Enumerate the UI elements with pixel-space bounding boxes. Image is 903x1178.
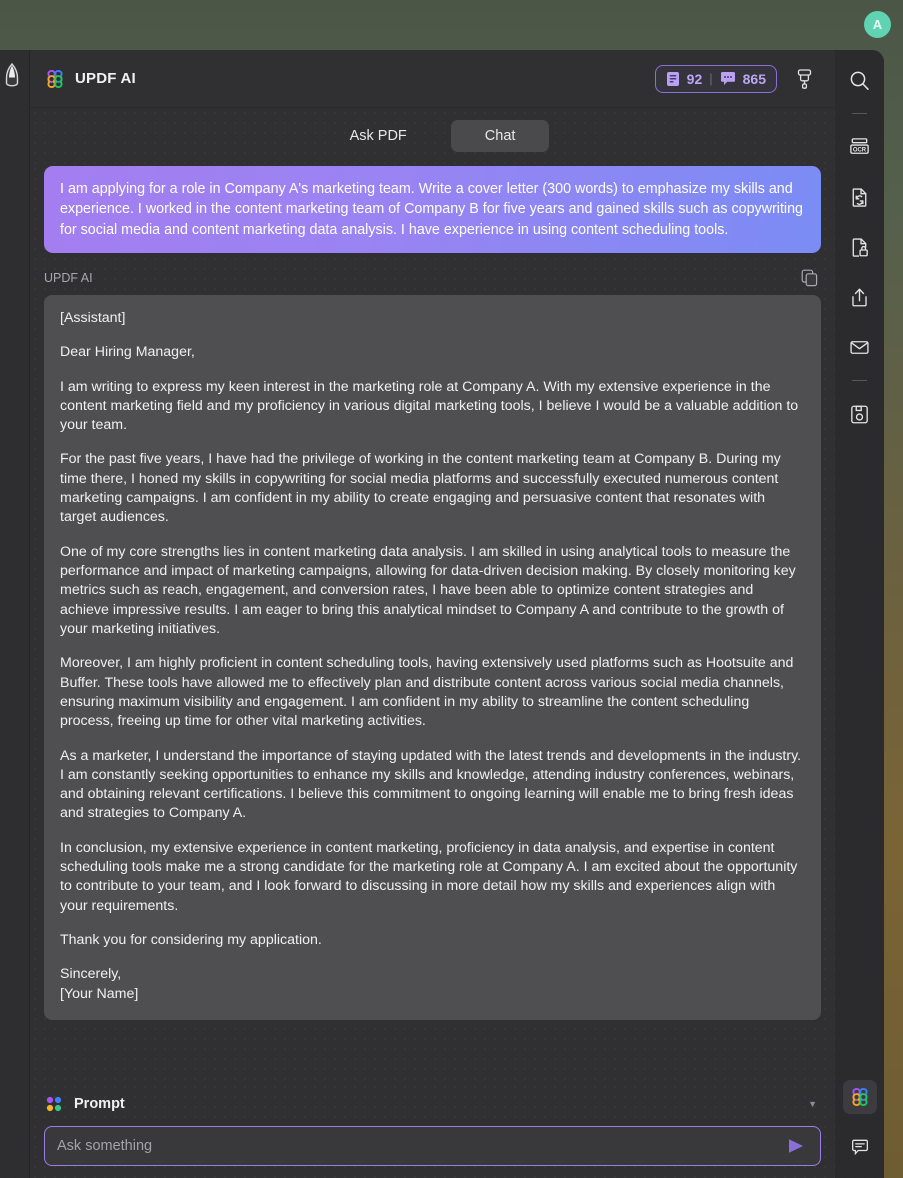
share-export-icon[interactable]: [843, 280, 877, 314]
brand-name: UPDF AI: [75, 70, 136, 87]
assistant-message-bubble: [Assistant] Dear Hiring Manager, I am wr…: [44, 294, 821, 1020]
user-message-bubble: I am applying for a role in Company A's …: [44, 166, 821, 253]
assistant-paragraph: Thank you for considering my application…: [60, 932, 322, 949]
credit-badge[interactable]: 92 | 865: [654, 64, 777, 93]
tab-chat[interactable]: Chat: [450, 120, 550, 152]
left-tool-rail: [0, 50, 30, 1178]
protect-document-icon[interactable]: [843, 230, 877, 264]
convert-document-icon[interactable]: [843, 180, 877, 214]
send-arrow-icon[interactable]: [782, 1133, 810, 1159]
ask-input-wrapper[interactable]: [44, 1126, 821, 1166]
chat-count: 865: [742, 70, 766, 87]
assistant-message-header: UPDF AI: [44, 261, 821, 295]
assistant-paragraph: In conclusion, my extensive experience i…: [60, 839, 798, 914]
document-icon: [666, 71, 680, 87]
updf-ai-icon[interactable]: [842, 1080, 877, 1114]
search-icon[interactable]: [843, 63, 877, 97]
mail-icon[interactable]: [843, 330, 877, 364]
brush-icon[interactable]: [787, 62, 821, 96]
badge-divider: |: [709, 71, 713, 86]
chat-mode-tabs: Ask PDF Chat: [30, 108, 835, 164]
assistant-signature: Sincerely, [Your Name]: [60, 966, 139, 1002]
assistant-paragraph: For the past five years, I have had the …: [60, 451, 781, 526]
app-window: UPDF AI 92 | 865 Ask PDF Chat I am apply…: [0, 50, 884, 1178]
svg-text:OCR: OCR: [853, 147, 867, 153]
rail-divider: [852, 380, 867, 381]
brand: UPDF AI: [44, 68, 136, 90]
assistant-paragraph: I am writing to express my keen interest…: [60, 378, 799, 434]
conversation-area[interactable]: I am applying for a role in Company A's …: [30, 164, 835, 1082]
right-tool-rail: OCR: [835, 50, 884, 1178]
desktop-top-strip: A: [0, 0, 903, 50]
prompt-footer: Prompt ▼: [30, 1082, 835, 1178]
comment-icon[interactable]: [843, 1130, 877, 1164]
pen-nib-icon[interactable]: [0, 58, 25, 92]
ai-panel: UPDF AI 92 | 865 Ask PDF Chat I am apply…: [30, 50, 835, 1178]
save-icon[interactable]: [843, 397, 877, 431]
pages-count: 92: [686, 70, 703, 87]
assistant-paragraph: One of my core strengths lies in content…: [60, 543, 796, 637]
four-dots-icon: [44, 1094, 64, 1114]
copy-icon[interactable]: [797, 266, 821, 290]
prompt-label: Prompt: [74, 1096, 125, 1112]
chevron-down-icon[interactable]: ▼: [808, 1099, 821, 1109]
assistant-paragraph: Moreover, I am highly proficient in cont…: [60, 655, 794, 730]
search-input[interactable]: [57, 1138, 782, 1154]
chat-bubble-icon: [720, 71, 736, 86]
avatar[interactable]: A: [864, 11, 891, 38]
rail-divider: [852, 113, 867, 114]
assistant-paragraph: [Assistant]: [60, 309, 126, 326]
updf-ai-logo-icon: [44, 68, 66, 90]
assistant-paragraph: Dear Hiring Manager,: [60, 344, 195, 361]
assistant-label: UPDF AI: [44, 270, 93, 285]
ai-header: UPDF AI 92 | 865: [30, 50, 835, 108]
ocr-icon[interactable]: OCR: [843, 130, 877, 164]
assistant-paragraph: As a marketer, I understand the importan…: [60, 747, 802, 822]
prompt-bar[interactable]: Prompt ▼: [44, 1082, 821, 1126]
tab-ask-pdf[interactable]: Ask PDF: [316, 120, 441, 152]
